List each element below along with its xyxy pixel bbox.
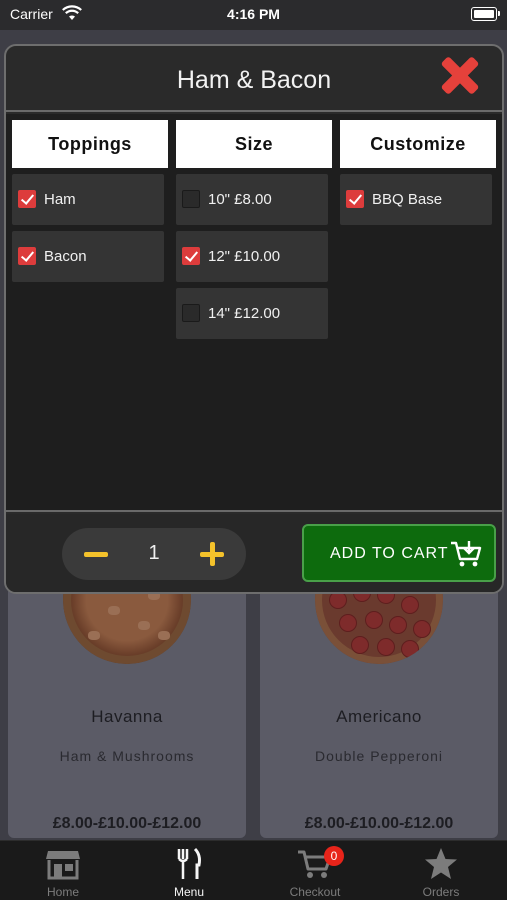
checkbox[interactable] [182, 304, 200, 322]
option-ham[interactable]: Ham [12, 174, 164, 225]
modal-header: Ham & Bacon [6, 46, 502, 112]
store-icon [46, 851, 80, 880]
option-size-14[interactable]: 14" £12.00 [176, 288, 328, 339]
fork-knife-icon [177, 847, 201, 879]
menu-item-americano[interactable]: Americano Double Pepperoni £8.00-£10.00-… [260, 560, 498, 838]
add-to-cart-label: ADD TO CART [330, 545, 449, 562]
quantity-stepper: 1 [62, 528, 246, 580]
star-icon [425, 848, 457, 879]
option-label: BBQ Base [372, 191, 443, 208]
size-column: Size 10" £8.00 12" £10.00 14" £12.00 [176, 120, 332, 339]
option-label: 12" £10.00 [208, 248, 281, 265]
tab-label: Home [46, 885, 79, 899]
customize-header: Customize [340, 120, 496, 168]
checkbox[interactable] [346, 190, 364, 208]
plus-icon[interactable] [200, 542, 224, 566]
tab-label: Menu [173, 885, 205, 899]
tab-menu[interactable]: Menu [126, 841, 252, 900]
option-label: 10" £8.00 [208, 191, 272, 208]
checkbox[interactable] [182, 247, 200, 265]
customize-column: Customize BBQ Base [340, 120, 496, 225]
menu-item-name: Havanna [91, 707, 163, 726]
modal-options: Toppings Ham Bacon Size 10" £8.00 12" £1… [6, 114, 502, 512]
item-options-modal: Ham & Bacon Toppings Ham Bacon Size 10" … [4, 44, 504, 594]
cart-download-icon [451, 541, 482, 567]
checkbox[interactable] [182, 190, 200, 208]
tab-checkout[interactable]: 0 Checkout [252, 841, 378, 900]
tab-home[interactable]: Home [0, 841, 126, 900]
menu-item-description: Ham & Mushrooms [59, 748, 195, 764]
menu-item-havanna[interactable]: Havanna Ham & Mushrooms £8.00-£10.00-£12… [8, 560, 246, 838]
option-bacon[interactable]: Bacon [12, 231, 164, 282]
close-icon[interactable] [438, 54, 482, 96]
option-size-10[interactable]: 10" £8.00 [176, 174, 328, 225]
add-to-cart-button[interactable]: ADD TO CART [302, 524, 496, 582]
menu-item-price: £8.00-£10.00-£12.00 [304, 815, 454, 832]
modal-footer: 1 ADD TO CART [6, 514, 502, 592]
checkbox[interactable] [18, 190, 36, 208]
status-bar: Carrier 4:16 PM [0, 0, 507, 30]
checkbox[interactable] [18, 247, 36, 265]
status-time: 4:16 PM [227, 6, 280, 22]
option-label: Bacon [44, 248, 87, 265]
menu-item-name: Americano [336, 707, 422, 726]
battery-icon [471, 7, 500, 21]
size-header: Size [176, 120, 332, 168]
option-bbq-base[interactable]: BBQ Base [340, 174, 492, 225]
tab-label: Orders [422, 885, 460, 899]
toppings-header: Toppings [12, 120, 168, 168]
cart-count-badge: 0 [324, 846, 344, 866]
toppings-column: Toppings Ham Bacon [12, 120, 168, 282]
tab-orders[interactable]: Orders [378, 841, 504, 900]
option-label: 14" £12.00 [208, 305, 281, 322]
option-size-12[interactable]: 12" £10.00 [176, 231, 328, 282]
tab-bar: Home Menu 0 Checkout Orders [0, 840, 507, 900]
option-label: Ham [44, 191, 76, 208]
menu-item-description: Double Pepperoni [314, 748, 444, 764]
modal-title: Ham & Bacon [176, 66, 332, 94]
tab-label: Checkout [289, 885, 341, 899]
menu-item-price: £8.00-£10.00-£12.00 [52, 815, 202, 832]
